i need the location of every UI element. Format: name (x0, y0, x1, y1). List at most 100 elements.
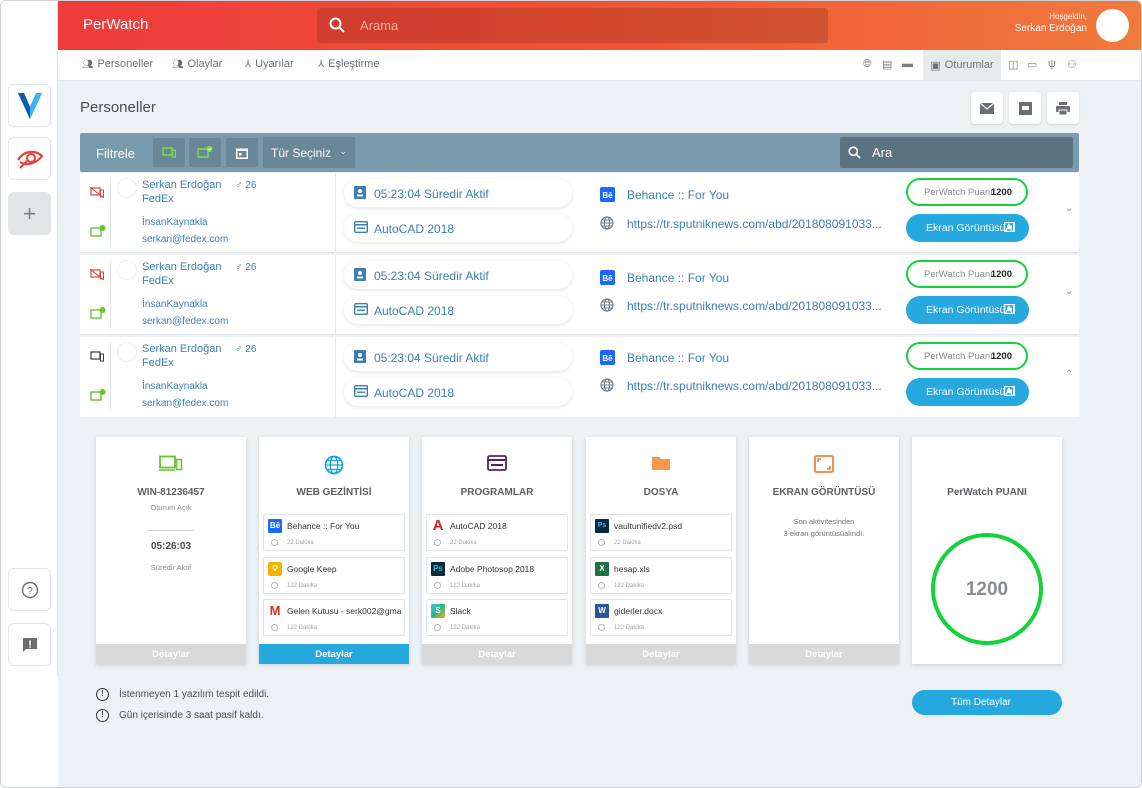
behance-icon: Bē (600, 350, 615, 368)
files-card-title: DOSYA (643, 487, 679, 498)
gmail-icon: M (268, 603, 282, 618)
globe-icon[interactable]: 🌐︎ (863, 58, 872, 71)
list-item[interactable]: 💡︎ Google Keep 122 Dakika (263, 557, 405, 594)
list-item[interactable]: S Slack 122 Dakika (426, 599, 568, 636)
clock-icon (271, 539, 278, 546)
list-item[interactable]: Xhesap.xls 122 Dakika (590, 557, 732, 594)
filter-date-button[interactable] (226, 138, 258, 167)
table-row[interactable]: Serkan Erdoğan ♂ 26 FedEx İnsanKaynakla … (80, 173, 1079, 253)
clock-icon (598, 624, 605, 631)
employee-name[interactable]: Serkan Erdoğan (142, 179, 222, 191)
employee-company: FedEx (142, 193, 174, 205)
table-row[interactable]: Serkan Erdoğan ♂ 26 FedEx İnsanKaynakla … (80, 255, 1079, 335)
details-button[interactable]: Detaylar (422, 644, 572, 664)
avatar[interactable] (118, 343, 136, 361)
perwatch-logo-icon[interactable] (8, 137, 51, 180)
vert-logo-icon[interactable] (8, 84, 51, 127)
globe-icon (259, 455, 409, 480)
device-status: Oturum Açık (150, 503, 192, 512)
details-button[interactable]: Detaylar (749, 644, 899, 664)
table-row[interactable]: Serkan Erdoğan ♂ 26 FedEx İnsanKaynakla … (80, 337, 1079, 417)
svg-text:Bē: Bē (602, 191, 613, 200)
people-icon[interactable]: ⚇ (1067, 58, 1077, 71)
chevron-down-icon[interactable]: ⌄ (1065, 203, 1073, 214)
alert-note: ! İstenmeyen 1 yazılım tespit edildi. (96, 688, 269, 701)
details-button[interactable]: Detaylar (586, 644, 736, 664)
session-pill: 05:23:04 Süredir Aktif (344, 261, 572, 289)
chevron-down-icon[interactable]: ⌄ (1065, 286, 1073, 297)
employee-company: FedEx (142, 275, 174, 287)
usb-icon[interactable]: ψ (1048, 58, 1056, 70)
folder-icon[interactable]: ▬ (902, 58, 913, 70)
list-item[interactable]: Wgiderler.docx 122 Dakika (590, 599, 732, 636)
device-card: WIN-81236457 Oturum Açık 05:26:03 Süredi… (96, 437, 246, 664)
mail-button[interactable] (971, 92, 1003, 124)
score-card-title: PerWatch PUANI (947, 487, 1027, 498)
devices-icon (90, 349, 104, 367)
avatar[interactable] (1096, 9, 1129, 42)
feedback-icon[interactable] (8, 623, 51, 666)
details-button[interactable]: Detaylar (259, 644, 409, 664)
filter-bar: Filtrele Tür Seçiniz ⌄ Ara (80, 133, 1079, 172)
screenshot-icon (1004, 222, 1015, 232)
svg-text:Bē: Bē (602, 274, 613, 283)
list-item[interactable]: Ps vaultunifiedv2.psd 22 Dakika (590, 514, 732, 551)
clock-icon (434, 539, 441, 546)
details-button[interactable]: Detaylar (96, 644, 246, 664)
list-item[interactable]: Ps Adobe Photosop 2018 122 Dakika (426, 557, 568, 594)
filter-search-input[interactable]: Ara (840, 137, 1073, 168)
list-item[interactable]: A AutoCAD 2018 22 Dakika (426, 514, 568, 551)
score-card: PerWatch PUANI 1200 (912, 437, 1062, 664)
clock-icon (434, 624, 441, 631)
print-button[interactable] (1047, 92, 1079, 124)
chevron-down-icon: ⌄ (339, 146, 347, 156)
list-item[interactable]: M Gelen Kutusu - serk002@gma 122 Dakika (263, 599, 405, 636)
take-screenshot-button[interactable]: Ekran GörüntüsüAl (906, 296, 1029, 324)
screenshot-icon[interactable]: ◫ (1008, 58, 1018, 71)
perwatch-score-badge: PerWatch Puanı 1200 (906, 260, 1028, 288)
folder-icon (586, 455, 736, 476)
employee-name[interactable]: Serkan Erdoğan (142, 261, 222, 273)
employee-name[interactable]: Serkan Erdoğan (142, 343, 222, 355)
screenshots-card: EKRAN GÖRÜNTÜSÜ Son aktivitesinden 3 ekr… (749, 437, 899, 664)
help-icon[interactable]: ? (8, 568, 51, 611)
chevron-up-icon[interactable]: ⌃ (1065, 369, 1073, 380)
type-select[interactable]: Tür Seçiniz ⌄ (263, 137, 355, 168)
session-duration: 05:26:03 (150, 541, 192, 552)
screenshots-card-title: EKRAN GÖRÜNTÜSÜ (772, 487, 876, 498)
user-greeting: Hoşgeldin, Serkan Erdoğan (1015, 12, 1087, 34)
badge-icon (354, 268, 366, 281)
nav-item-personeller[interactable]: 👥︎ Personeller (82, 58, 153, 70)
behance-icon: Bē (600, 270, 615, 288)
app-frame: + ? PerWatch Arama Hoşgeldin, Serkan Erd… (0, 0, 1142, 788)
pdf-button[interactable] (1009, 92, 1041, 124)
tab-oturumlar[interactable]: ▣ Oturumlar (923, 50, 1001, 80)
programs-card-title: PROGRAMLAR (460, 487, 534, 498)
filter-active-button[interactable] (189, 138, 221, 167)
alert-icon: ! (96, 709, 109, 722)
clock-icon (434, 582, 441, 589)
take-screenshot-button[interactable]: Ekran GörüntüsüAl (906, 378, 1029, 406)
all-details-button[interactable]: Tüm Detaylar → (912, 690, 1062, 715)
devices-icon[interactable]: ▭ (1027, 58, 1037, 71)
employee-email: serkan@fedex.com (142, 316, 229, 327)
filter-device-button[interactable] (153, 138, 185, 167)
list-item[interactable]: Bē Behance :: For You 22 Dakika (263, 514, 405, 551)
avatar[interactable] (118, 179, 136, 197)
nav-item-uyarilar[interactable]: ⅄ Uyarılar (245, 58, 294, 70)
global-search-input[interactable]: Arama (317, 8, 828, 43)
nav-item-eslestirme[interactable]: ⅄ Eşleştirme (318, 58, 379, 70)
main-content: Personeller Filtrele Tür Seçiniz ⌄ Ara Se… (58, 81, 1141, 787)
add-app-button[interactable]: + (8, 192, 51, 235)
devices-icon (162, 147, 176, 158)
employee-department: İnsanKaynakla (142, 217, 208, 228)
score-value: 1200 (965, 579, 1009, 600)
take-screenshot-button[interactable]: Ekran GörüntüsüAl (906, 214, 1029, 242)
brand-title[interactable]: PerWatch (83, 16, 148, 33)
avatar[interactable] (118, 261, 136, 279)
behance-icon: Bē (268, 519, 282, 533)
window-icon (422, 455, 572, 476)
hierarchy-icon: ⅄ (245, 58, 252, 70)
nav-item-olaylar[interactable]: 👥︎ Olaylar (172, 58, 222, 70)
window-icon[interactable]: ▤ (882, 58, 892, 71)
